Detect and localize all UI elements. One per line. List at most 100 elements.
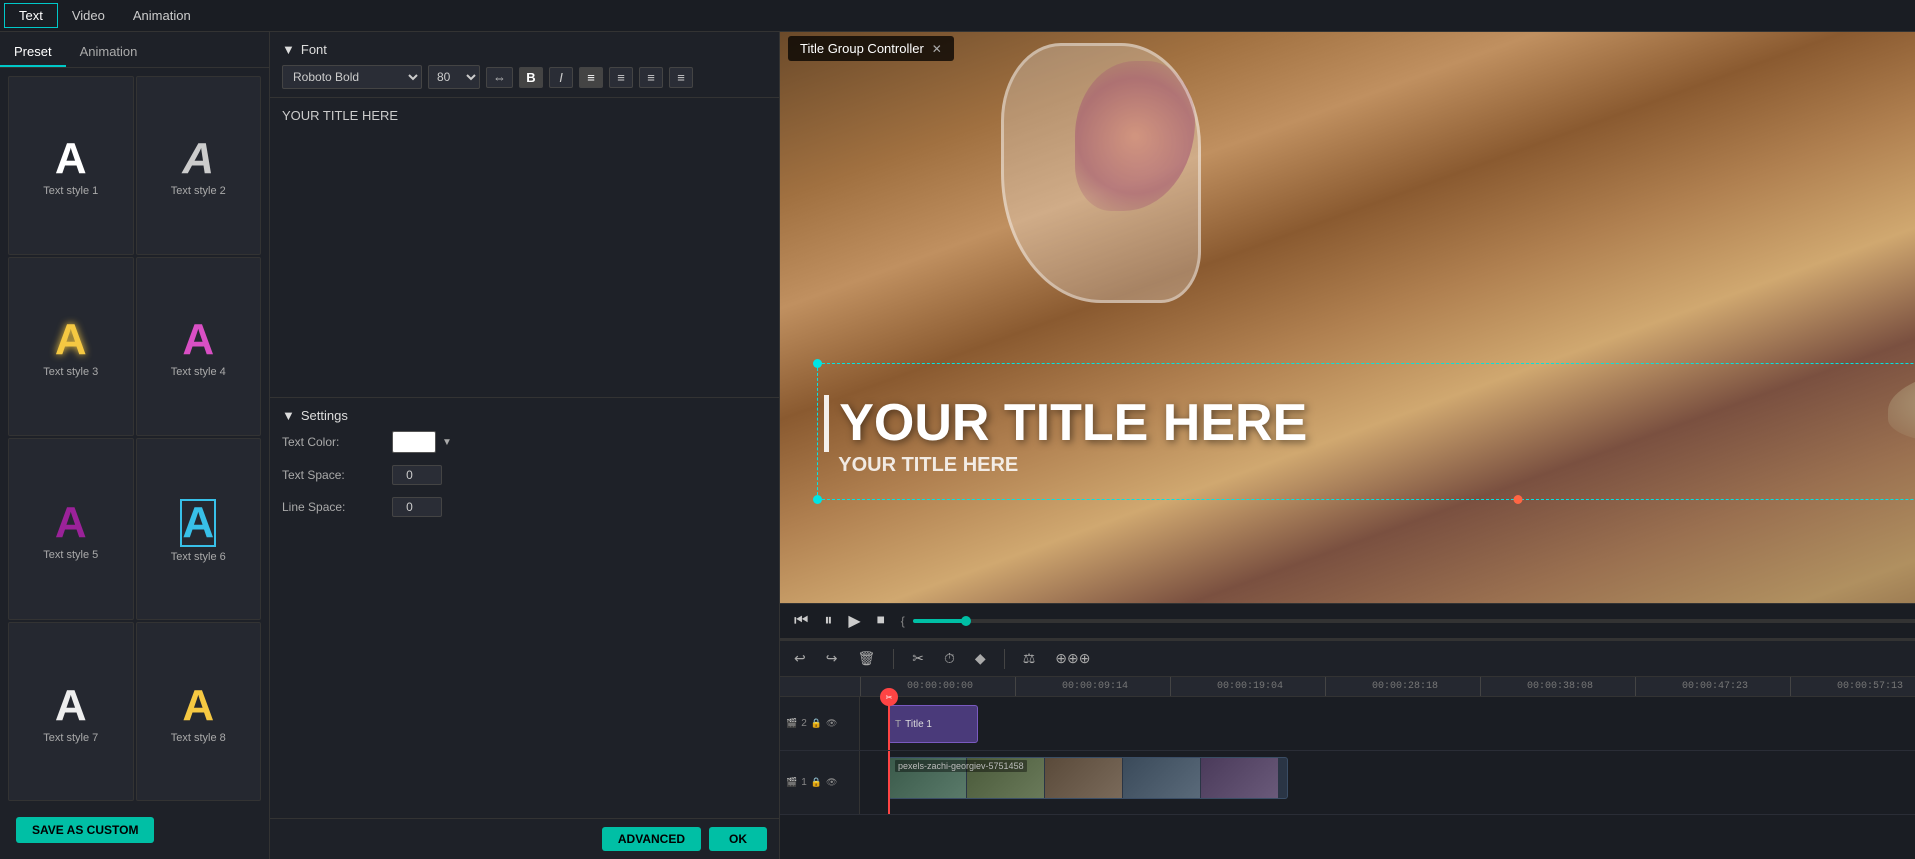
track-row-video: 🎬 1 🔒 👁 [780,751,1915,815]
diamond-button[interactable]: ◆ [969,647,992,670]
title-group-controller: Title Group Controller ✕ [788,36,954,61]
clip-type-icon: T [895,719,901,730]
clip-label: Title 1 [905,719,932,730]
track-content-video: pexels-zachi-georgiev-5751458 [860,751,1915,814]
color-dropdown-arrow[interactable]: ▼ [442,437,452,448]
advanced-button[interactable]: ADVANCED [602,827,701,851]
sub-tab-preset[interactable]: Preset [0,38,66,67]
style-label-3: Text style 3 [43,366,98,378]
progress-fill [913,619,966,623]
toolbar-separator-1 [893,649,894,669]
align-center-button[interactable]: ≡ [609,67,633,88]
title-overlay: YOUR TITLE HERE YOUR TITLE HERE [824,395,1915,477]
style-item-7[interactable]: A Text style 7 [8,622,134,801]
thumb-2 [967,758,1045,798]
track-header-video: 🎬 1 🔒 👁 [780,751,860,814]
playback-progress[interactable] [913,619,1915,623]
letter-spacing-button[interactable]: ⇔ [486,67,513,88]
ruler-mark-5: 00:00:47:23 [1635,677,1790,697]
progress-thumb [961,616,971,626]
align-right-button[interactable]: ≡ [639,67,663,88]
ruler-marks: 00:00:00:00 00:00:09:14 00:00:19:04 00:0… [860,677,1915,697]
undo-button[interactable]: ↩ [788,647,812,670]
bottom-bar: ADVANCED OK [270,818,779,859]
stop-button[interactable]: ⏹ [873,610,889,632]
style-label-7: Text style 7 [43,732,98,744]
align-left-button[interactable]: ≡ [579,67,603,88]
track-video-type-icon: 🎬 [786,777,797,788]
style-letter-6: A [180,499,216,547]
track-eye-icon[interactable]: 👁 [826,718,837,729]
style-item-6[interactable]: A Text style 6 [136,438,262,621]
play-pause-button[interactable]: ⏸ [820,610,836,632]
track-content-title: ✂ T Title 1 [860,697,1915,750]
style-item-3[interactable]: A Text style 3 [8,257,134,436]
style-letter-3: A [55,318,87,362]
font-section-label: Font [301,42,327,57]
style-item-4[interactable]: A Text style 4 [136,257,262,436]
style-item-2[interactable]: A Text style 2 [136,76,262,255]
timeline-area: ↩ ↪ 🗑 ✂ ⏱ ◆ ⚖ ⊕⊕⊕ − [780,639,1915,859]
style-letter-4: A [182,318,214,362]
style-label-2: Text style 2 [171,185,226,197]
split-audio-button[interactable]: ⊕⊕⊕ [1049,647,1096,670]
left-panel: Preset Animation A Text style 1 A Text s… [0,32,270,859]
delete-clip-button[interactable]: 🗑 [851,647,881,670]
main-layout: Preset Animation A Text style 1 A Text s… [0,32,1915,859]
play-button[interactable]: ▶ [844,609,864,633]
track-video-icon: 🎬 [786,718,797,729]
adjust-button[interactable]: ⚖ [1017,647,1042,670]
tab-video[interactable]: Video [58,4,119,27]
bold-button[interactable]: B [519,67,543,88]
playhead-video [888,751,890,814]
style-letter-8: A [182,684,214,728]
settings-label: Settings [301,408,348,423]
font-size-select[interactable]: 80 [428,65,480,89]
redo-button[interactable]: ↪ [820,647,844,670]
tab-text[interactable]: Text [4,3,58,28]
italic-button[interactable]: I [549,67,573,88]
text-color-row: Text Color: ▼ [282,431,767,453]
thumb-4 [1123,758,1201,798]
timeline-tracks: 00:00:00:00 00:00:09:14 00:00:19:04 00:0… [780,677,1915,859]
title-border: YOUR TITLE HERE [824,395,1915,452]
settings-arrow: ▼ [282,408,295,423]
font-select[interactable]: Roboto Bold [282,65,422,89]
right-section: Title Group Controller ✕ YOUR TITLE HERE… [780,32,1915,859]
title-group-close-icon[interactable]: ✕ [932,42,942,56]
track-eye-icon-2[interactable]: 👁 [826,777,837,788]
ruler-mark-4: 00:00:38:08 [1480,677,1635,697]
save-as-custom-button[interactable]: SAVE AS CUSTOM [16,817,154,843]
timer-button[interactable]: ⏱ [938,647,961,670]
track-header-title: 🎬 2 🔒 👁 [780,697,860,750]
text-space-input[interactable] [392,465,442,485]
style-item-5[interactable]: A Text style 5 [8,438,134,621]
style-item-1[interactable]: A Text style 1 [8,76,134,255]
style-letter-7: A [55,684,87,728]
text-color-swatch[interactable] [392,431,436,453]
style-item-8[interactable]: A Text style 8 [136,622,262,801]
ok-button[interactable]: OK [709,827,767,851]
rewind-button[interactable]: ⏮ [790,610,812,632]
video-clip[interactable]: pexels-zachi-georgiev-5751458 [888,757,1288,799]
mid-panel: ▼ Font Roboto Bold 80 ⇔ B I ≡ ≡ ≡ ≡ [270,32,780,859]
title-clip[interactable]: T Title 1 [888,705,978,743]
sub-tab-animation[interactable]: Animation [66,38,152,67]
cut-button[interactable]: ✂ [906,647,930,670]
timeline-content: 00:00:00:00 00:00:09:14 00:00:19:04 00:0… [780,677,1915,859]
track-lock-icon-2[interactable]: 🔒 [811,777,822,788]
font-toolbar: Roboto Bold 80 ⇔ B I ≡ ≡ ≡ ≡ [282,65,767,89]
align-justify-button[interactable]: ≡ [669,67,693,88]
keyframe-start[interactable]: { [901,614,905,628]
line-space-input[interactable] [392,497,442,517]
style-letter-5: A [55,501,87,545]
video-background [780,32,1915,603]
tab-animation[interactable]: Animation [119,4,205,27]
text-input[interactable]: YOUR TITLE HERE [282,108,767,198]
video-thumbnail-strip [889,758,1279,798]
style-letter-2: A [182,137,214,181]
style-label-8: Text style 8 [171,732,226,744]
thumb-5 [1201,758,1279,798]
track-lock-icon[interactable]: 🔒 [811,718,822,729]
toolbar-separator-2 [1004,649,1005,669]
